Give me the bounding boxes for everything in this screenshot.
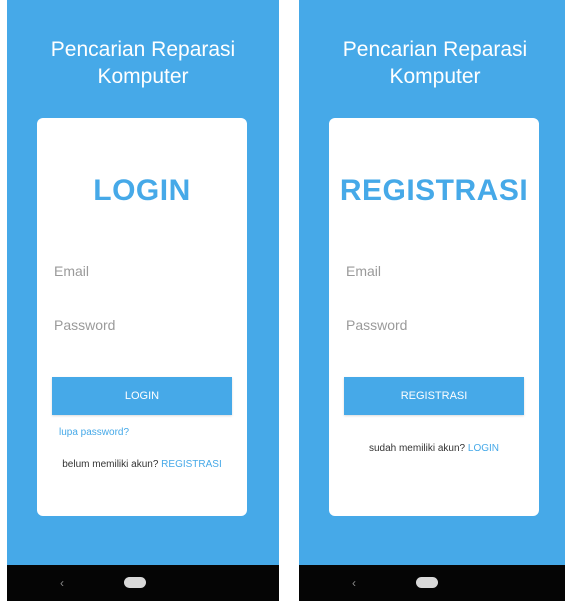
register-prompt-text: belum memiliki akun? xyxy=(62,459,159,470)
back-icon[interactable]: ‹ xyxy=(347,575,361,591)
home-icon[interactable] xyxy=(416,577,438,588)
login-button[interactable]: LOGIN xyxy=(52,377,232,415)
register-heading: REGISTRASI xyxy=(339,174,529,207)
email-field[interactable] xyxy=(54,256,230,286)
email-field[interactable] xyxy=(346,256,522,286)
navigation-bar: ‹ xyxy=(7,565,279,601)
register-card: REGISTRASI REGISTRASI sudah memiliki aku… xyxy=(329,118,539,516)
register-prompt: belum memiliki akun? REGISTRASI xyxy=(37,459,247,470)
login-link[interactable]: LOGIN xyxy=(468,443,499,454)
navigation-bar: ‹ xyxy=(299,565,565,601)
app-title: Pencarian Reparasi Komputer xyxy=(342,38,528,88)
home-icon[interactable] xyxy=(124,577,146,588)
app-title: Pencarian Reparasi Komputer xyxy=(50,38,236,88)
login-heading: LOGIN xyxy=(93,174,191,207)
login-screen: Pencarian Reparasi Komputer LOGIN LOGIN … xyxy=(7,0,279,601)
login-prompt: sudah memiliki akun? LOGIN xyxy=(329,443,539,454)
register-link[interactable]: REGISTRASI xyxy=(161,459,222,470)
login-prompt-text: sudah memiliki akun? xyxy=(368,443,466,454)
password-field[interactable] xyxy=(346,310,522,340)
back-icon[interactable]: ‹ xyxy=(55,575,69,591)
register-screen: Pencarian Reparasi Komputer REGISTRASI R… xyxy=(299,0,565,601)
register-button[interactable]: REGISTRASI xyxy=(344,377,524,415)
password-field[interactable] xyxy=(54,310,230,340)
login-card: LOGIN LOGIN lupa password? belum memilik… xyxy=(37,118,247,516)
forgot-password-link[interactable]: lupa password? xyxy=(59,427,129,438)
